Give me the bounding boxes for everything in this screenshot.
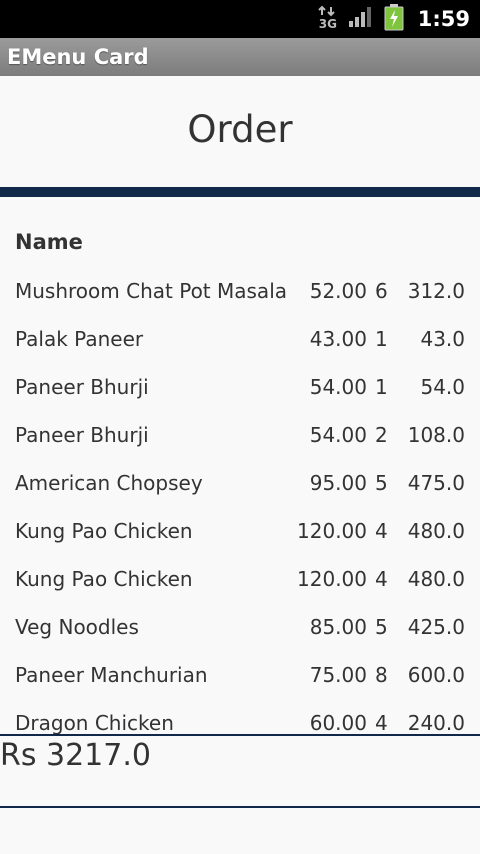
- item-price: 54.00: [309, 375, 367, 399]
- item-quantity: 1: [375, 327, 388, 351]
- order-row[interactable]: American Chopsey 95.00 5 475.0: [0, 459, 480, 507]
- item-quantity: 5: [375, 471, 388, 495]
- order-row[interactable]: Paneer Bhurji 54.00 2 108.0: [0, 411, 480, 459]
- item-quantity: 8: [375, 663, 388, 687]
- total-divider-bottom: [0, 806, 480, 808]
- item-name: American Chopsey: [15, 471, 203, 495]
- item-name: Paneer Bhurji: [15, 375, 149, 399]
- status-bar: 3G 1:59: [0, 0, 480, 38]
- item-price: 75.00: [309, 663, 367, 687]
- item-name: Kung Pao Chicken: [15, 519, 193, 543]
- data-3g-icon: 3G: [318, 4, 338, 34]
- item-quantity: 1: [375, 375, 388, 399]
- item-price: 60.00: [309, 711, 367, 735]
- item-name: Dragon Chicken: [15, 711, 174, 735]
- item-name: Veg Noodles: [15, 615, 139, 639]
- item-name: Paneer Bhurji: [15, 423, 149, 447]
- item-name: Paneer Manchurian: [15, 663, 208, 687]
- item-name: Kung Pao Chicken: [15, 567, 193, 591]
- app-title: EMenu Card: [7, 45, 149, 69]
- item-total: 43.0: [420, 327, 465, 351]
- order-row[interactable]: Kung Pao Chicken 120.00 4 480.0: [0, 507, 480, 555]
- item-total: 425.0: [407, 615, 465, 639]
- page-title: Order: [187, 108, 293, 151]
- signal-icon: [348, 5, 374, 33]
- order-row[interactable]: Dragon Chicken 60.00 4 240.0: [0, 699, 480, 735]
- order-list[interactable]: Name Mushroom Chat Pot Masala 52.00 6 31…: [0, 197, 480, 735]
- status-time: 1:59: [417, 7, 470, 31]
- item-total: 312.0: [407, 279, 465, 303]
- network-label: 3G: [318, 17, 337, 31]
- status-icons: 3G 1:59: [318, 0, 470, 38]
- order-row[interactable]: Kung Pao Chicken 120.00 4 480.0: [0, 555, 480, 603]
- item-total: 600.0: [407, 663, 465, 687]
- item-price: 95.00: [309, 471, 367, 495]
- item-price: 43.00: [309, 327, 367, 351]
- item-price: 120.00: [297, 519, 367, 543]
- item-quantity: 4: [375, 519, 388, 543]
- item-quantity: 2: [375, 423, 388, 447]
- title-divider: [0, 187, 480, 197]
- item-total: 475.0: [407, 471, 465, 495]
- item-price: 52.00: [309, 279, 367, 303]
- item-name: Mushroom Chat Pot Masala: [15, 279, 288, 303]
- order-row[interactable]: Paneer Bhurji 54.00 1 54.0: [0, 363, 480, 411]
- item-price: 85.00: [309, 615, 367, 639]
- total-divider-top: [0, 734, 480, 736]
- order-row[interactable]: Veg Noodles 85.00 5 425.0: [0, 603, 480, 651]
- item-quantity: 4: [375, 567, 388, 591]
- order-row[interactable]: Paneer Manchurian 75.00 8 600.0: [0, 651, 480, 699]
- item-quantity: 5: [375, 615, 388, 639]
- item-total: 480.0: [407, 519, 465, 543]
- order-row[interactable]: Palak Paneer 43.00 1 43.0: [0, 315, 480, 363]
- item-quantity: 4: [375, 711, 388, 735]
- battery-charging-icon: [384, 3, 404, 35]
- item-price: 120.00: [297, 567, 367, 591]
- item-name: Palak Paneer: [15, 327, 144, 351]
- order-row[interactable]: Mushroom Chat Pot Masala 52.00 6 312.0: [0, 267, 480, 315]
- item-total: 54.0: [420, 375, 465, 399]
- item-quantity: 6: [375, 279, 388, 303]
- item-total: 240.0: [407, 711, 465, 735]
- item-price: 54.00: [309, 423, 367, 447]
- item-total: 108.0: [407, 423, 465, 447]
- column-header-name: Name: [15, 230, 83, 254]
- order-total: Rs 3217.0: [0, 738, 151, 773]
- item-total: 480.0: [407, 567, 465, 591]
- app-title-bar: EMenu Card: [0, 38, 480, 76]
